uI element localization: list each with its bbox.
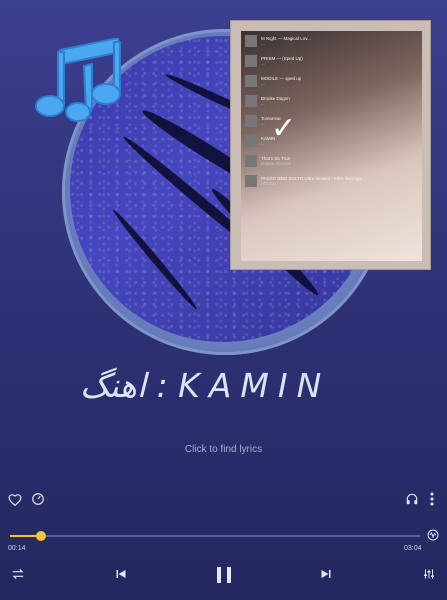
skip-previous-icon[interactable] — [113, 568, 129, 584]
elapsed-time: 00:14 — [8, 545, 26, 552]
equalizer-icon[interactable] — [421, 568, 437, 584]
checkmark-icon: ✓ — [271, 112, 297, 145]
list-item: PASSO BEM SOLTO Ultra Slowed - Atlxs Mas… — [241, 171, 422, 191]
heart-icon[interactable] — [6, 493, 24, 509]
pause-icon[interactable] — [214, 566, 234, 586]
list-item: Tomorrow... — [241, 111, 422, 131]
progress-knob[interactable] — [36, 531, 47, 541]
list-item: PRISM — (Sped Up)... — [241, 51, 422, 71]
waveform-icon[interactable] — [426, 529, 440, 543]
headphones-icon[interactable] — [404, 492, 420, 508]
music-note-icon — [35, 38, 122, 122]
progress-track[interactable] — [10, 535, 420, 537]
list-item: M Night — Magical Lov...... — [241, 31, 422, 51]
overlay-song-list: M Night — Magical Lov...... PRISM — (Spe… — [241, 31, 422, 201]
list-item: Brooke Dagon... — [241, 91, 422, 111]
overlay-screenshot: M Night — Magical Lov...... PRISM — (Spe… — [230, 20, 431, 270]
song-title: اهنگ : KAMIN — [80, 366, 331, 405]
repeat-icon[interactable] — [9, 568, 27, 584]
list-item: MODILE — sped up... — [241, 71, 422, 91]
list-item: That's So True Gracie Abrams — [241, 151, 422, 171]
find-lyrics-link[interactable]: Click to find lyrics — [0, 444, 447, 455]
more-vertical-icon[interactable] — [427, 492, 437, 508]
speed-gauge-icon[interactable] — [30, 492, 46, 508]
total-duration: 03:04 — [404, 545, 422, 552]
list-item: KAMIN... — [241, 131, 422, 151]
skip-next-icon[interactable] — [318, 568, 334, 584]
